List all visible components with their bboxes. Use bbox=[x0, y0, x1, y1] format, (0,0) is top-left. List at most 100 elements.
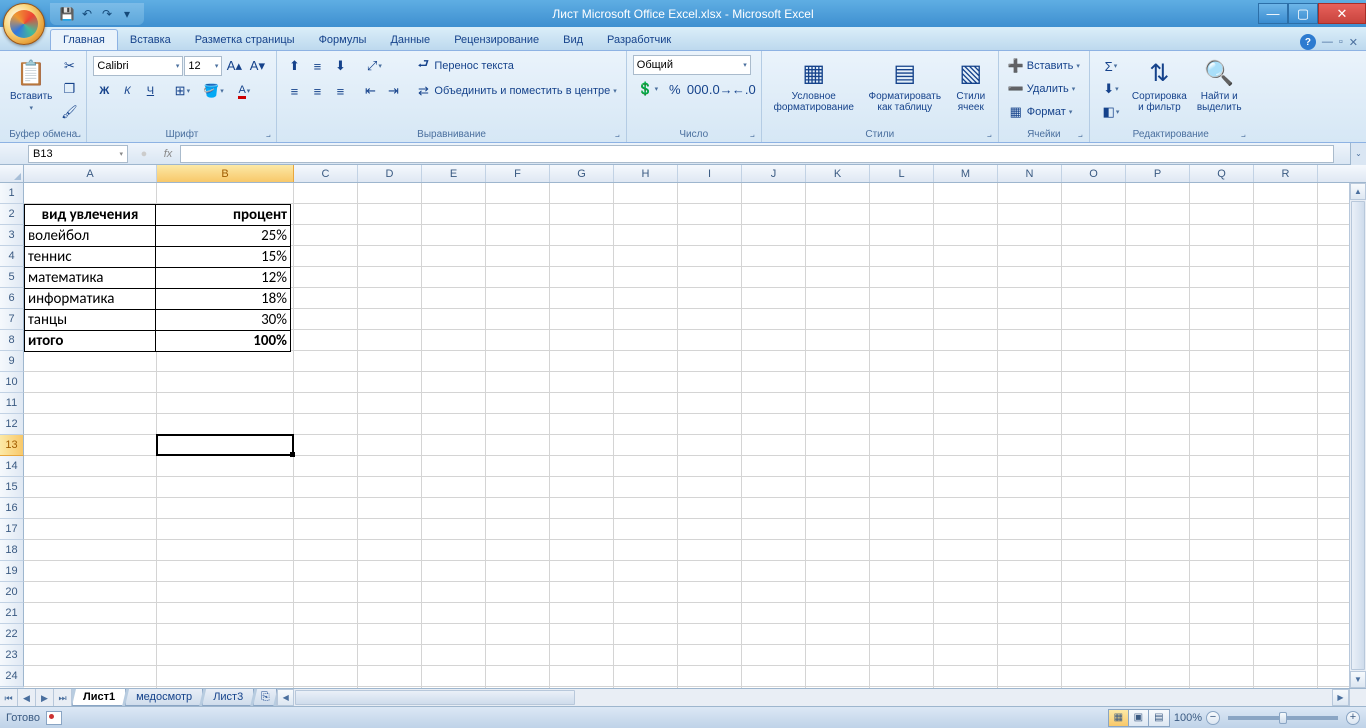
underline-button[interactable]: Ч bbox=[139, 80, 161, 102]
header-b[interactable]: процент bbox=[156, 205, 291, 226]
close-workbook-icon[interactable]: ✕ bbox=[1349, 36, 1358, 49]
align-right-button[interactable]: ≡ bbox=[329, 80, 351, 102]
orientation-button[interactable]: ⤢ bbox=[359, 55, 389, 77]
col-header-M[interactable]: M bbox=[934, 165, 998, 182]
sheet-last[interactable]: ⏭ bbox=[54, 689, 72, 707]
currency-button[interactable]: 💲 bbox=[633, 78, 663, 100]
row-header-8[interactable]: 8 bbox=[0, 330, 24, 351]
sheet-tab-1[interactable]: Лист1 bbox=[72, 689, 126, 706]
cell-b5[interactable]: 12% bbox=[156, 268, 291, 289]
merge-center-button[interactable]: ⇄Объединить и поместить в центре bbox=[412, 80, 619, 102]
scroll-right-button[interactable]: ▶ bbox=[1332, 689, 1349, 706]
row-header-6[interactable]: 6 bbox=[0, 288, 24, 309]
fill-button[interactable]: ⬇ bbox=[1096, 78, 1126, 100]
restore-window-icon[interactable]: ▫ bbox=[1339, 36, 1343, 48]
minimize-ribbon-icon[interactable]: — bbox=[1322, 36, 1333, 48]
shrink-font-button[interactable]: A▾ bbox=[246, 55, 268, 77]
formula-input[interactable] bbox=[180, 145, 1334, 163]
scroll-down-button[interactable]: ▼ bbox=[1350, 671, 1366, 688]
zoom-out-button[interactable]: − bbox=[1206, 711, 1220, 725]
cell-b6[interactable]: 18% bbox=[156, 289, 291, 310]
row-header-1[interactable]: 1 bbox=[0, 183, 24, 204]
col-header-N[interactable]: N bbox=[998, 165, 1062, 182]
row-header-13[interactable]: 13 bbox=[0, 435, 24, 456]
row-header-9[interactable]: 9 bbox=[0, 351, 24, 372]
decrease-indent-button[interactable]: ⇤ bbox=[359, 80, 381, 102]
cell-a5[interactable]: математика bbox=[25, 268, 156, 289]
cells-area[interactable]: вид увлеченияпроцент волейбол25% теннис1… bbox=[24, 183, 1349, 688]
col-header-L[interactable]: L bbox=[870, 165, 934, 182]
row-header-11[interactable]: 11 bbox=[0, 393, 24, 414]
zoom-level[interactable]: 100% bbox=[1174, 712, 1202, 724]
col-header-Q[interactable]: Q bbox=[1190, 165, 1254, 182]
grow-font-button[interactable]: A▴ bbox=[223, 55, 245, 77]
row-header-3[interactable]: 3 bbox=[0, 225, 24, 246]
find-select-button[interactable]: 🔍Найти и выделить bbox=[1193, 55, 1246, 121]
format-painter-button[interactable]: 🖌 bbox=[58, 101, 80, 123]
autosum-button[interactable]: Σ bbox=[1096, 55, 1126, 77]
expand-formula-bar[interactable]: ⌄ bbox=[1350, 143, 1366, 165]
page-layout-view-button[interactable]: ▣ bbox=[1129, 710, 1149, 726]
borders-button[interactable]: ⊞ bbox=[167, 80, 197, 102]
paste-button[interactable]: 📋 Вставить ▾ bbox=[6, 55, 56, 121]
wrap-text-button[interactable]: ⮐Перенос текста bbox=[412, 55, 619, 77]
cell-a4[interactable]: теннис bbox=[25, 247, 156, 268]
scroll-left-button[interactable]: ◀ bbox=[277, 689, 294, 706]
increase-decimal-button[interactable]: .0→ bbox=[710, 78, 732, 100]
qat-customize[interactable]: ▾ bbox=[118, 5, 136, 23]
zoom-thumb[interactable] bbox=[1279, 712, 1287, 724]
col-header-C[interactable]: C bbox=[294, 165, 358, 182]
align-middle-button[interactable]: ≡ bbox=[306, 55, 328, 77]
qat-redo[interactable]: ↷ bbox=[98, 5, 116, 23]
sheet-tab-3[interactable]: Лист3 bbox=[202, 689, 254, 706]
number-format-combo[interactable]: Общий bbox=[633, 55, 751, 75]
vscroll-thumb[interactable] bbox=[1351, 201, 1365, 671]
add-sheet-button[interactable]: ⎘ bbox=[253, 689, 277, 706]
sheet-first[interactable]: ⏮ bbox=[0, 689, 18, 707]
row-header-21[interactable]: 21 bbox=[0, 603, 24, 624]
vertical-scrollbar[interactable]: ▲ ▼ bbox=[1349, 183, 1366, 688]
zoom-slider[interactable] bbox=[1228, 716, 1338, 720]
font-name-combo[interactable]: Calibri bbox=[93, 56, 183, 76]
row-header-4[interactable]: 4 bbox=[0, 246, 24, 267]
row-header-14[interactable]: 14 bbox=[0, 456, 24, 477]
col-header-D[interactable]: D bbox=[358, 165, 422, 182]
row-header-23[interactable]: 23 bbox=[0, 645, 24, 666]
col-header-F[interactable]: F bbox=[486, 165, 550, 182]
cancel-icon[interactable]: ● bbox=[132, 145, 156, 163]
fill-color-button[interactable]: 🪣 bbox=[198, 80, 228, 102]
header-a[interactable]: вид увлечения bbox=[25, 205, 156, 226]
col-header-O[interactable]: O bbox=[1062, 165, 1126, 182]
clear-button[interactable]: ◧ bbox=[1096, 101, 1126, 123]
page-break-view-button[interactable]: ▤ bbox=[1149, 710, 1169, 726]
row-header-12[interactable]: 12 bbox=[0, 414, 24, 435]
normal-view-button[interactable]: ▦ bbox=[1109, 710, 1129, 726]
increase-indent-button[interactable]: ⇥ bbox=[382, 80, 404, 102]
row-header-19[interactable]: 19 bbox=[0, 561, 24, 582]
cut-button[interactable]: ✂ bbox=[58, 55, 80, 77]
col-header-A[interactable]: A bbox=[24, 165, 157, 182]
horizontal-scrollbar[interactable]: ◀ ▶ bbox=[276, 689, 1349, 706]
tab-page-layout[interactable]: Разметка страницы bbox=[183, 30, 307, 50]
cell-b4[interactable]: 15% bbox=[156, 247, 291, 268]
fx-button[interactable]: fx bbox=[156, 145, 180, 163]
sheet-prev[interactable]: ◀ bbox=[18, 689, 36, 707]
col-header-E[interactable]: E bbox=[422, 165, 486, 182]
zoom-in-button[interactable]: + bbox=[1346, 711, 1360, 725]
percent-button[interactable]: % bbox=[664, 78, 686, 100]
tab-review[interactable]: Рецензирование bbox=[442, 30, 551, 50]
col-header-H[interactable]: H bbox=[614, 165, 678, 182]
row-header-15[interactable]: 15 bbox=[0, 477, 24, 498]
delete-cells-button[interactable]: ➖Удалить bbox=[1005, 78, 1083, 100]
cell-a3[interactable]: волейбол bbox=[25, 226, 156, 247]
cell-a6[interactable]: информатика bbox=[25, 289, 156, 310]
row-header-16[interactable]: 16 bbox=[0, 498, 24, 519]
col-header-B[interactable]: B bbox=[157, 165, 294, 182]
sheet-next[interactable]: ▶ bbox=[36, 689, 54, 707]
format-as-table-button[interactable]: ▤Форматировать как таблицу bbox=[862, 55, 948, 121]
qat-save[interactable]: 💾 bbox=[58, 5, 76, 23]
close-button[interactable]: ✕ bbox=[1318, 3, 1366, 24]
col-header-J[interactable]: J bbox=[742, 165, 806, 182]
row-header-22[interactable]: 22 bbox=[0, 624, 24, 645]
row-header-2[interactable]: 2 bbox=[0, 204, 24, 225]
